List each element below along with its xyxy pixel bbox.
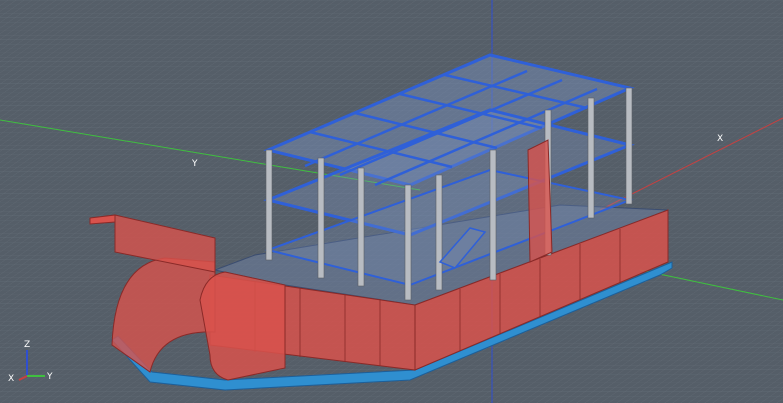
3d-viewport[interactable]: Y X Z X Y — [0, 0, 783, 403]
triad-x-label: X — [8, 374, 14, 384]
world-y-axis-label: Y — [191, 159, 198, 169]
triad-y-label: Y — [46, 372, 53, 382]
triad-z-label: Z — [24, 340, 30, 350]
core-wall[interactable] — [527, 139, 553, 263]
curved-wall-inner[interactable] — [199, 271, 286, 381]
world-x-axis-label: X — [717, 134, 723, 144]
viewport-canvas[interactable]: Y X Z X Y — [0, 0, 783, 403]
